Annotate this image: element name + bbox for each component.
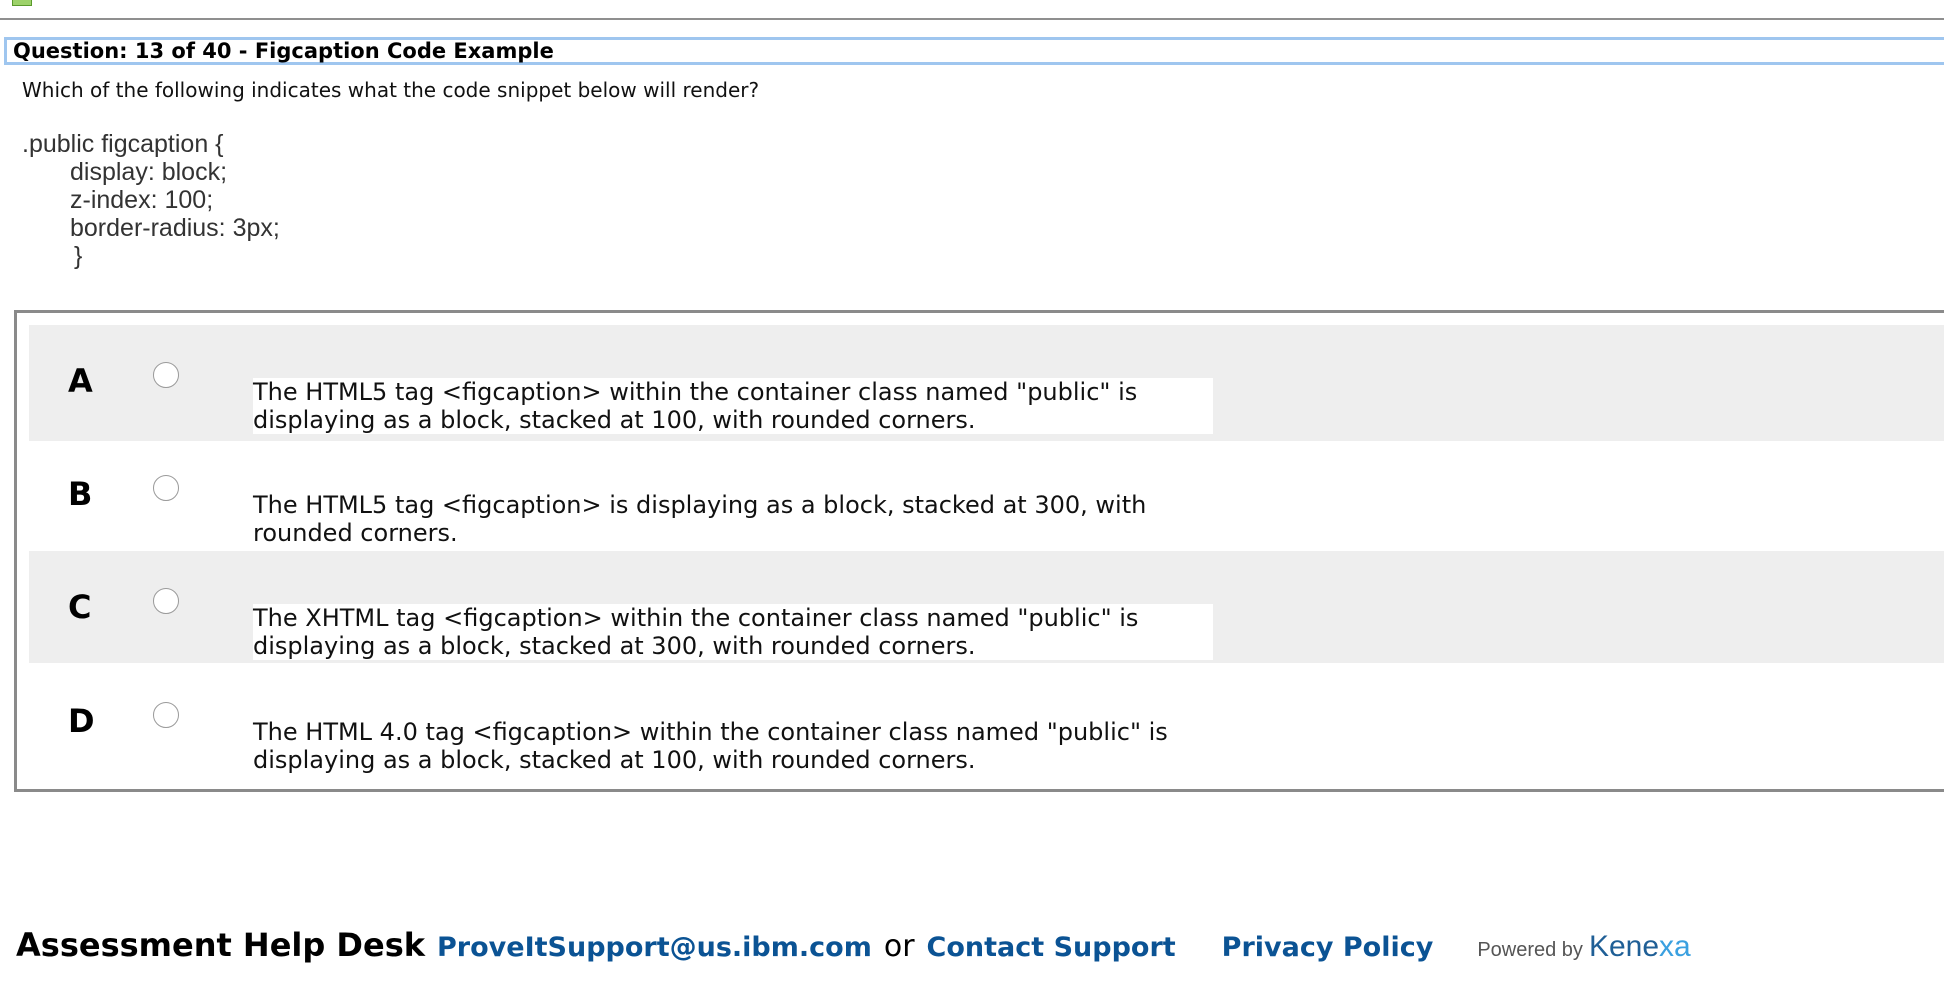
code-snippet: .public figcaption { display: block; z-i… bbox=[22, 130, 280, 270]
answer-options-panel: A The HTML5 tag <figcaption> within the … bbox=[14, 310, 1944, 792]
code-line: .public figcaption { bbox=[22, 130, 224, 158]
help-desk-label: Assessment Help Desk bbox=[16, 926, 426, 964]
answer-option-a[interactable]: A The HTML5 tag <figcaption> within the … bbox=[29, 325, 1944, 441]
option-text: The HTML5 tag <figcaption> is displaying… bbox=[253, 491, 1147, 547]
privacy-policy-link[interactable]: Privacy Policy bbox=[1222, 932, 1434, 963]
code-line: display: block; bbox=[70, 158, 228, 186]
option-text: The HTML 4.0 tag <figcaption> within the… bbox=[253, 718, 1168, 774]
contact-support-link[interactable]: Contact Support bbox=[927, 932, 1176, 963]
or-text: or bbox=[883, 929, 915, 964]
code-line: } bbox=[74, 242, 83, 270]
footer: Assessment Help Desk ProveItSupport@us.i… bbox=[16, 926, 1691, 968]
code-line: z-index: 100; bbox=[70, 186, 214, 214]
option-letter: B bbox=[68, 475, 93, 513]
status-square-icon bbox=[12, 0, 32, 6]
top-toolbar-strip bbox=[0, 0, 1944, 20]
question-prompt: Which of the following indicates what th… bbox=[22, 78, 760, 102]
answer-option-d[interactable]: D The HTML 4.0 tag <figcaption> within t… bbox=[29, 665, 1944, 781]
option-text: The HTML5 tag <figcaption> within the co… bbox=[253, 378, 1213, 434]
option-letter: D bbox=[68, 702, 95, 740]
option-letter: C bbox=[68, 588, 92, 626]
option-text: The XHTML tag <figcaption> within the co… bbox=[253, 604, 1213, 660]
powered-by-label: Powered by bbox=[1477, 939, 1583, 961]
answer-option-b[interactable]: B The HTML5 tag <figcaption> is displayi… bbox=[29, 438, 1944, 554]
option-a-radio[interactable] bbox=[153, 362, 179, 388]
option-d-radio[interactable] bbox=[153, 702, 179, 728]
option-b-radio[interactable] bbox=[153, 475, 179, 501]
option-c-radio[interactable] bbox=[153, 588, 179, 614]
answer-option-c[interactable]: C The XHTML tag <figcaption> within the … bbox=[29, 551, 1944, 663]
code-line: border-radius: 3px; bbox=[70, 214, 280, 242]
kenexa-logo-prefix: Kene bbox=[1588, 930, 1660, 963]
kenexa-logo: Kenexa bbox=[1589, 930, 1691, 964]
support-email-link[interactable]: ProveItSupport@us.ibm.com bbox=[437, 932, 872, 963]
option-letter: A bbox=[68, 362, 93, 400]
question-header: Question: 13 of 40 - Figcaption Code Exa… bbox=[4, 37, 1944, 65]
kenexa-logo-suffix: xa bbox=[1659, 930, 1691, 963]
